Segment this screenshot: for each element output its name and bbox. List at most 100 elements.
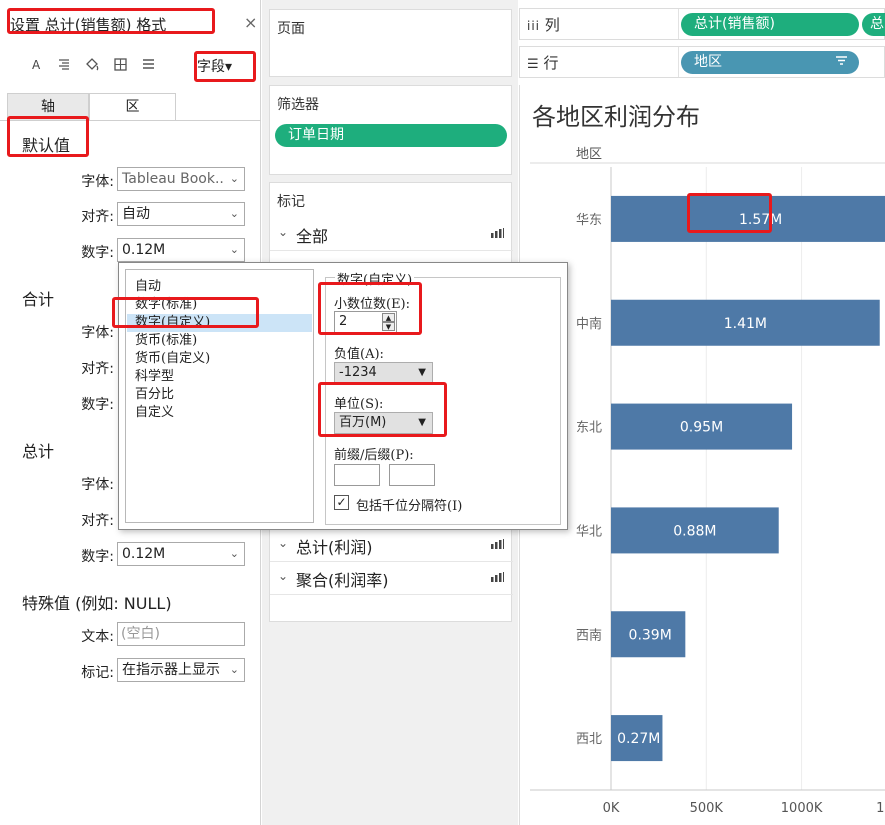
default-font-label: 字体:	[81, 174, 114, 190]
sort-icon[interactable]	[836, 51, 847, 73]
chevron-down-icon: ⌄	[229, 663, 239, 676]
marks-row-profit-ratio[interactable]: ⌄ 聚合(利润率)	[270, 563, 513, 595]
number-format-option[interactable]: 百分比	[127, 386, 312, 404]
bar-value-label: 0.95M	[680, 420, 723, 436]
chart-area: 各地区利润分布 地区 华东 1.57M 中南 1.41M 东北 0.95M 华北 0.88M 西南…	[519, 85, 885, 825]
default-align-select[interactable]: 自动 ⌄	[117, 202, 245, 226]
grandtotal-section-heading: 总计	[22, 442, 55, 461]
prefix-input[interactable]	[334, 464, 380, 486]
columns-shelf: iii 列 总计(销售额) 总	[519, 8, 885, 40]
default-section-heading: 默认值	[22, 136, 71, 155]
tab-axis[interactable]: 轴	[7, 93, 89, 120]
x-tick-label: 1000K	[781, 801, 823, 816]
bar-chart-icon	[491, 572, 504, 585]
shading-icon[interactable]	[85, 58, 99, 74]
number-format-option[interactable]: 数字(自定义)	[127, 314, 312, 332]
category-label: 西南	[576, 627, 602, 643]
number-format-option[interactable]: 自动	[127, 278, 312, 296]
prefix-suffix-label: 前缀/后缀(P):	[334, 448, 414, 463]
negative-select[interactable]: -1234 ▼	[334, 362, 433, 384]
suffix-input[interactable]	[389, 464, 435, 486]
bar-chart-icon	[491, 228, 504, 241]
rows-shelf: ☰ 行 地区	[519, 46, 885, 78]
category-label: 中南	[576, 316, 602, 332]
columns-icon: iii	[527, 19, 541, 33]
align-icon[interactable]	[58, 58, 70, 73]
decimals-label: 小数位数(E):	[334, 297, 411, 312]
chevron-down-icon: ⌄	[278, 536, 289, 550]
chevron-down-icon: ⌄	[229, 207, 239, 220]
special-marks-label: 标记:	[81, 665, 114, 681]
special-marks-select[interactable]: 在指示器上显示 ⌄	[117, 658, 245, 682]
chevron-down-icon: ⌄	[229, 547, 239, 560]
subtotal-align-label: 对齐:	[81, 361, 114, 377]
category-label: 东北	[576, 421, 602, 436]
bar-value-label: 1.57M	[739, 212, 782, 228]
default-align-label: 对齐:	[81, 209, 114, 225]
subtotal-number-label: 数字:	[81, 397, 114, 413]
caret-down-icon: ▼	[418, 417, 426, 428]
category-label: 华北	[576, 524, 602, 539]
caret-down-icon: ▼	[418, 367, 426, 378]
spin-up-icon[interactable]: ▲	[382, 313, 395, 322]
bar-chart-icon	[491, 539, 504, 552]
subtotal-section-heading: 合计	[22, 290, 55, 309]
spin-down-icon[interactable]: ▼	[382, 322, 395, 331]
number-format-option[interactable]: 自定义	[127, 404, 312, 422]
category-label: 华东	[576, 213, 602, 228]
grandtotal-font-label: 字体:	[81, 477, 114, 493]
filter-pill-order-date[interactable]: 订单日期	[275, 124, 507, 147]
grandtotal-align-label: 对齐:	[81, 513, 114, 529]
filters-label: 筛选器	[277, 97, 319, 113]
close-icon[interactable]: ×	[244, 13, 257, 32]
number-format-option[interactable]: 货币(自定义)	[127, 350, 312, 368]
lines-icon[interactable]	[142, 58, 155, 73]
number-format-dialog: 自动 数字(标准) 数字(自定义) 货币(标准) 货币(自定义) 科学型 百分比 自定义 数字…	[118, 262, 568, 530]
bar-value-label: 1.41M	[724, 316, 767, 332]
x-tick-label: 0K	[603, 801, 620, 816]
format-panel-title: 设置 总计(销售额) 格式	[10, 16, 167, 34]
bar-value-label: 0.88M	[673, 523, 716, 539]
bar-chart: 地区华东 1.57M 中南 1.41M 东北 0.95M 华北 0.88M 西南 0.39M 西北 0…	[530, 147, 885, 816]
rows-shelf-label: ☰ 行	[527, 54, 559, 72]
rows-icon: ☰	[527, 57, 539, 72]
marks-row-all[interactable]: ⌄ 全部	[270, 219, 513, 251]
chevron-down-icon: ⌄	[278, 569, 289, 583]
field-dropdown-button[interactable]: 字段▾	[197, 56, 232, 76]
units-select[interactable]: 百万(M) ▼	[334, 412, 433, 434]
tab-divider	[0, 120, 261, 121]
number-format-option[interactable]: 科学型	[127, 368, 312, 386]
special-text-input[interactable]: (空白)	[117, 622, 245, 646]
bar-value-label: 0.39M	[629, 627, 672, 643]
number-format-option[interactable]: 货币(标准)	[127, 332, 312, 350]
thousands-separator-label: 包括千位分隔符(I)	[356, 499, 463, 514]
rows-pill-region[interactable]: 地区	[681, 51, 859, 74]
decimals-stepper[interactable]: 2 ▲ ▼	[334, 311, 397, 333]
marks-row-profit[interactable]: ⌄ 总计(利润)	[270, 530, 513, 562]
pages-card[interactable]: 页面	[269, 9, 512, 77]
number-format-option[interactable]: 数字(标准)	[127, 296, 312, 314]
bar-value-label: 0.27M	[617, 731, 660, 747]
chevron-down-icon: ⌄	[229, 172, 239, 185]
columns-pill-sales[interactable]: 总计(销售额)	[681, 13, 859, 36]
pages-label: 页面	[277, 21, 305, 37]
row-header-label: 地区	[576, 147, 602, 162]
default-font-select[interactable]: Tableau Book.. ⌄	[117, 167, 245, 191]
category-label: 西北	[576, 732, 602, 747]
default-number-label: 数字:	[81, 245, 114, 261]
chevron-down-icon: ⌄	[229, 243, 239, 256]
borders-icon[interactable]	[114, 58, 127, 74]
tab-area[interactable]: 区	[89, 93, 176, 120]
chevron-down-icon: ⌄	[278, 225, 289, 239]
default-number-select[interactable]: 0.12M ⌄	[117, 238, 245, 262]
thousands-separator-checkbox[interactable]: ✓	[334, 495, 349, 510]
number-format-list[interactable]: 自动 数字(标准) 数字(自定义) 货币(标准) 货币(自定义) 科学型 百分比 自定义	[125, 269, 314, 523]
units-label: 单位(S):	[334, 397, 384, 412]
marks-label: 标记	[277, 194, 305, 210]
grandtotal-number-select[interactable]: 0.12M ⌄	[117, 542, 245, 566]
special-text-label: 文本:	[81, 629, 114, 645]
font-icon[interactable]: A	[32, 58, 40, 72]
filters-card[interactable]: 筛选器 订单日期	[269, 85, 512, 175]
columns-pill-extra[interactable]: 总	[862, 13, 885, 36]
x-tick-label: 1500K	[876, 801, 885, 816]
